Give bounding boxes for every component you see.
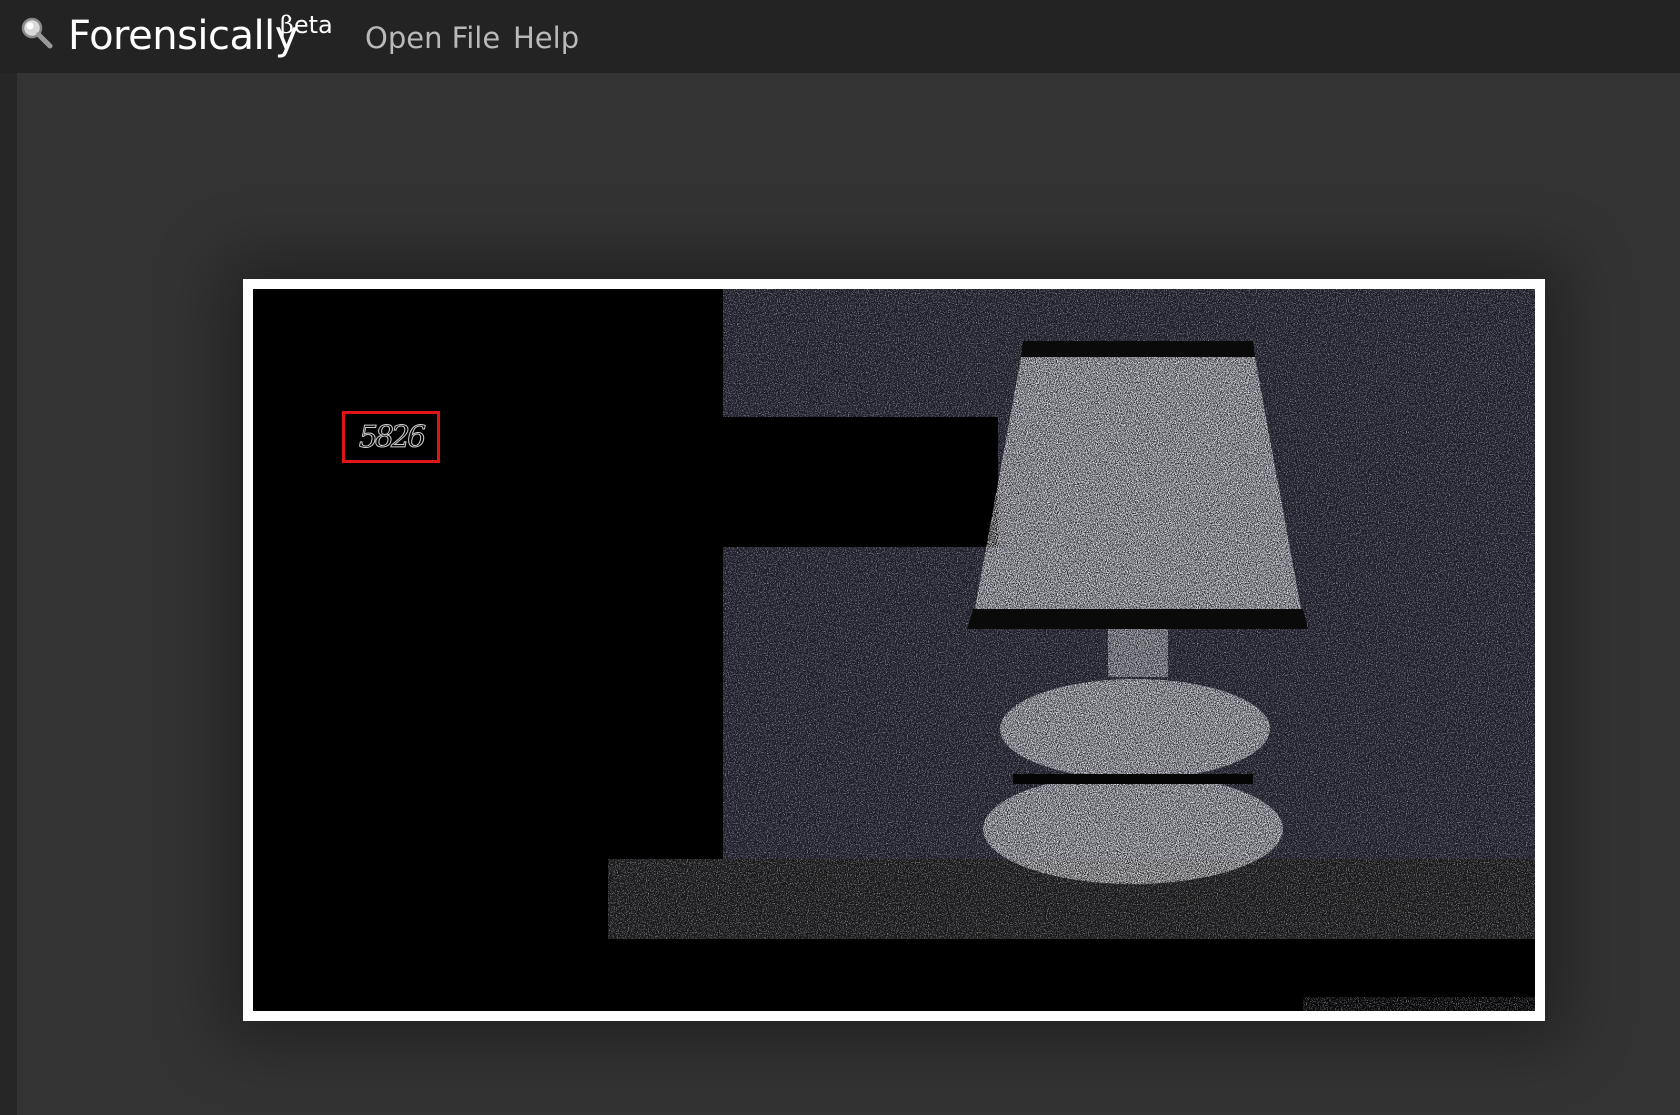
- lamp-shade: [967, 341, 1308, 629]
- highlighted-number: 5826: [358, 419, 426, 455]
- lamp-base: [983, 679, 1283, 884]
- top-bar: Forensically βeta Open File Help: [0, 0, 1680, 73]
- analysis-render: [253, 289, 1535, 1011]
- beta-badge: βeta: [280, 11, 333, 39]
- image-frame: [243, 279, 1545, 1021]
- masked-region-bar: [723, 417, 998, 547]
- analyzed-image[interactable]: [253, 289, 1535, 1011]
- left-edge-strip: [0, 73, 17, 1115]
- magnifier-icon: [21, 17, 53, 49]
- highlight-box[interactable]: 5826: [342, 411, 440, 463]
- open-file-link[interactable]: Open File: [365, 20, 500, 56]
- app-title: Forensically: [68, 13, 298, 59]
- help-link[interactable]: Help: [513, 20, 579, 56]
